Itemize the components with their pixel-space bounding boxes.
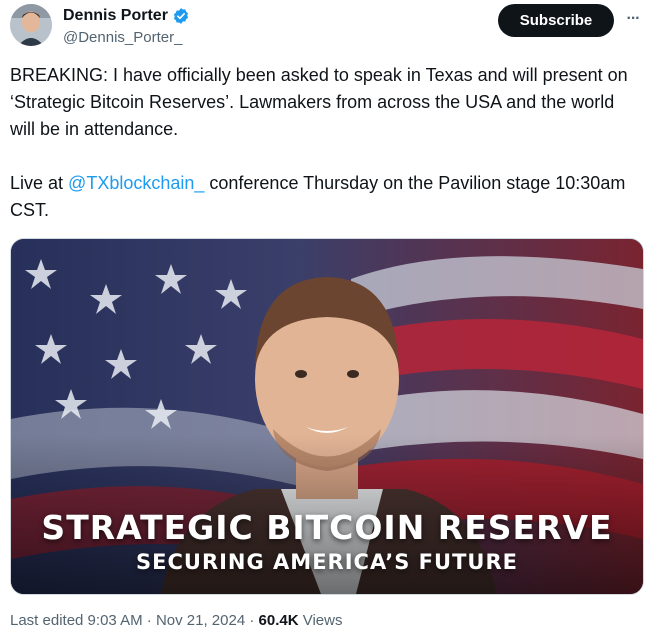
post-date[interactable]: Nov 21, 2024 xyxy=(156,612,245,629)
meta-separator: · xyxy=(245,612,259,629)
paragraph-2-prefix: Live at xyxy=(10,173,69,193)
post-text: BREAKING: I have officially been asked t… xyxy=(10,62,640,224)
edited-timestamp[interactable]: Last edited 9:03 AM xyxy=(10,612,143,629)
post-paragraph-2: Live at @TXblockchain_ conference Thursd… xyxy=(10,170,640,224)
author-handle[interactable]: @Dennis_Porter_ xyxy=(63,29,190,46)
meta-separator: · xyxy=(142,612,156,629)
author-avatar[interactable] xyxy=(10,4,52,46)
author-names: Dennis Porter @Dennis_Porter_ xyxy=(63,6,190,46)
display-name-row: Dennis Porter xyxy=(63,6,190,26)
views-count: 60.4K xyxy=(258,612,299,629)
subscribe-button[interactable]: Subscribe xyxy=(498,4,614,37)
verified-badge-icon xyxy=(172,7,190,25)
more-options-icon[interactable]: ··· xyxy=(620,6,646,32)
post-media-image[interactable]: STRATEGIC BITCOIN RESERVE SECURING AMERI… xyxy=(10,238,644,595)
avatar-image xyxy=(10,4,52,46)
author-display-name[interactable]: Dennis Porter xyxy=(63,7,168,25)
post-paragraph-1: BREAKING: I have officially been asked t… xyxy=(10,65,628,139)
post-header: Dennis Porter @Dennis_Porter_ Subscribe … xyxy=(10,4,646,54)
post-meta: Last edited 9:03 AM · Nov 21, 2024 · 60.… xyxy=(10,612,342,629)
mention-link[interactable]: @TXblockchain_ xyxy=(68,173,204,193)
media-subheadline: SECURING AMERICA’S FUTURE xyxy=(136,550,518,574)
media-headline: STRATEGIC BITCOIN RESERVE xyxy=(41,508,613,547)
views-label: Views xyxy=(298,612,343,629)
